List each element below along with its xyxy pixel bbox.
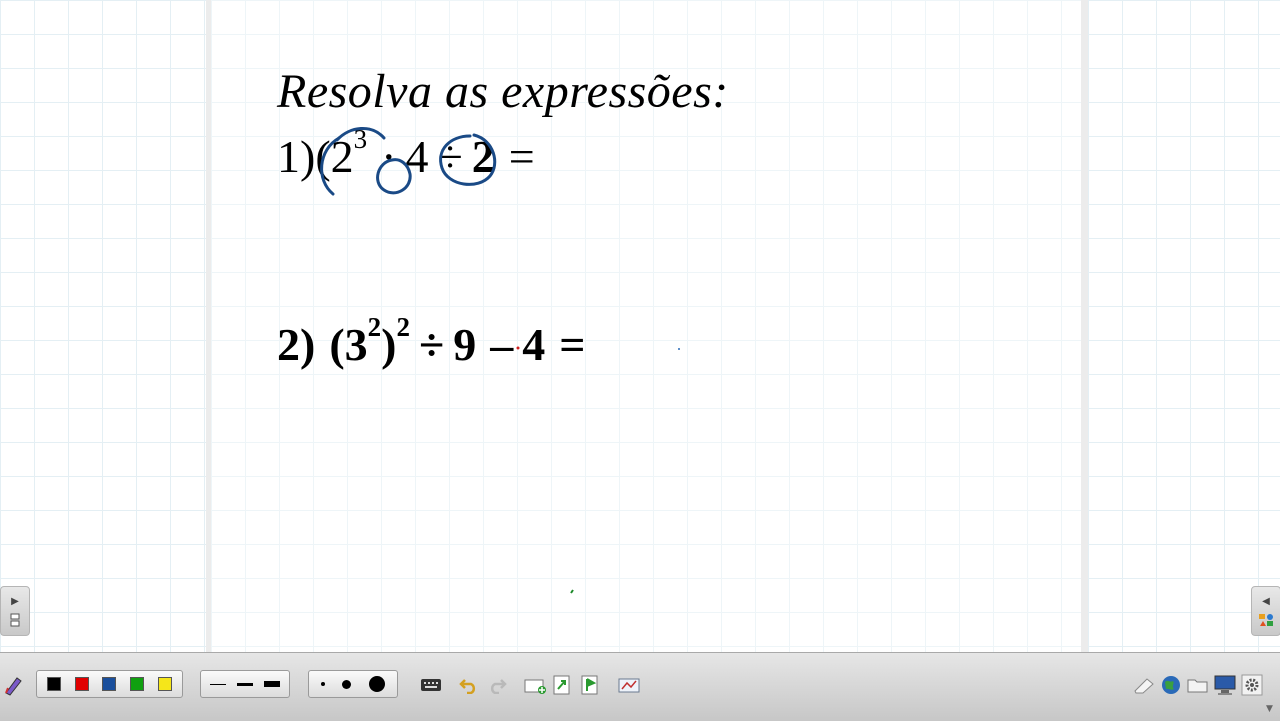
point-size-small[interactable] (320, 682, 325, 686)
color-swatch-red[interactable] (74, 677, 89, 691)
point-size-selector (308, 670, 398, 698)
expression-1-label: 1) (277, 131, 316, 182)
expression-1-open-paren: ( (315, 131, 331, 182)
capture-icon (618, 678, 640, 693)
point-size-medium[interactable] (342, 679, 352, 689)
eraser-button[interactable] (1132, 673, 1156, 697)
expression-1-base: 2 (330, 131, 354, 182)
keyboard-button[interactable] (419, 673, 443, 697)
color-palette (36, 670, 183, 698)
expand-right-icon: ▶ (11, 595, 19, 607)
new-page-icon (524, 679, 546, 694)
point-size-large[interactable] (369, 676, 386, 692)
expression-1-equals: = (508, 131, 535, 182)
settings-button[interactable] (1240, 673, 1264, 697)
eraser-icon (1134, 678, 1154, 694)
expression-2-inner-exponent: 2 (367, 312, 382, 342)
folder-button[interactable] (1186, 673, 1210, 697)
expression-2-open-paren: ( (329, 319, 345, 370)
expression-2: 2) (32)2 ÷ 9–4 = (277, 312, 586, 371)
capture-button[interactable] (617, 673, 641, 697)
page-stack-icon (10, 613, 20, 626)
folder-icon (1187, 679, 1208, 693)
page-flag-button[interactable] (578, 673, 602, 697)
toolbar-overflow-icon[interactable]: ▼ (1266, 704, 1273, 714)
expression-1-divisor: 2 (471, 131, 495, 182)
expression-1-exponent: 3 (353, 124, 368, 154)
next-page-button[interactable] (550, 673, 574, 697)
expression-2-subtrahend: 4 (522, 319, 546, 370)
redo-button[interactable] (485, 673, 509, 697)
undo-button[interactable] (457, 673, 481, 697)
expand-left-icon: ◀ (1262, 595, 1270, 607)
side-panel-toggle-right[interactable]: ◀ (1251, 586, 1280, 636)
display-icon (1214, 675, 1236, 695)
keyboard-icon (421, 679, 441, 691)
board-title: Resolva as expressões: (277, 65, 729, 118)
expression-1-times: · (381, 131, 397, 182)
next-page-icon (553, 675, 570, 695)
line-width-thick[interactable] (264, 681, 281, 687)
undo-icon (459, 679, 476, 694)
pen-tool-button[interactable] (2, 673, 26, 697)
display-button[interactable] (1213, 673, 1237, 697)
line-width-thin[interactable] (209, 683, 226, 685)
redo-icon (490, 679, 507, 694)
line-width-selector (200, 670, 290, 698)
new-page-button[interactable] (523, 673, 547, 697)
expression-2-minus: – (490, 319, 514, 370)
expression-2-divide: ÷ (418, 319, 445, 370)
line-width-medium[interactable] (236, 682, 253, 686)
expression-2-equals: = (559, 319, 586, 370)
pen-icon (5, 677, 22, 696)
globe-icon (1162, 676, 1180, 694)
expression-2-inner-base: 3 (344, 319, 368, 370)
color-swatch-green[interactable] (130, 677, 145, 691)
color-swatch-blue[interactable] (102, 677, 117, 691)
expression-1: 1)(23 · 4 ÷ 2 = (277, 124, 535, 183)
color-swatch-black[interactable] (46, 677, 61, 691)
color-swatch-yellow[interactable] (158, 677, 173, 691)
shapes-icon (1259, 613, 1273, 626)
side-panel-toggle-left[interactable]: ▶ (0, 586, 30, 636)
expression-2-divisor: 9 (453, 319, 477, 370)
settings-icon (1241, 674, 1263, 696)
expression-2-label: 2) (277, 319, 316, 370)
expression-2-close-paren: ) (381, 319, 397, 370)
expression-1-divide: ÷ (437, 131, 463, 182)
globe-button[interactable] (1159, 673, 1183, 697)
expression-2-outer-exponent: 2 (396, 312, 410, 342)
page-flag-icon (581, 675, 598, 695)
expression-1-factor: 4 (405, 131, 429, 182)
